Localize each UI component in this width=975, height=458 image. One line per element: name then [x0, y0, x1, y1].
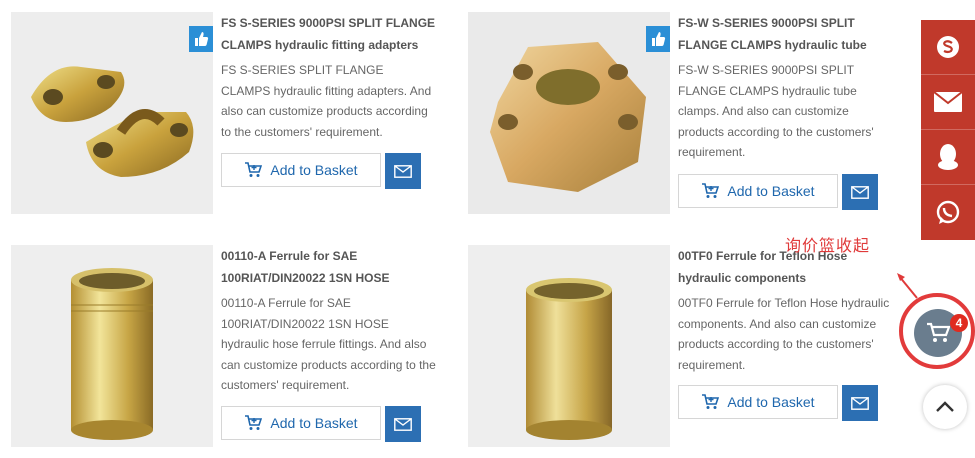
- cart-icon: [702, 394, 720, 409]
- thumbs-up-icon[interactable]: [646, 26, 670, 52]
- product-image[interactable]: [468, 12, 670, 214]
- add-to-basket-button[interactable]: Add to Basket: [221, 406, 381, 440]
- product-info: FS S-SERIES 9000PSI SPLIT FLANGE CLAMPS …: [221, 12, 436, 142]
- product-image[interactable]: [11, 12, 213, 214]
- cart-icon: [702, 183, 720, 198]
- cart-icon: [245, 415, 263, 430]
- add-to-basket-label: Add to Basket: [727, 183, 815, 199]
- product-card: FS S-SERIES 9000PSI SPLIT FLANGE CLAMPS …: [11, 12, 435, 217]
- add-to-basket-label: Add to Basket: [270, 162, 358, 178]
- split-flange-clamp-image: [11, 12, 213, 214]
- mail-icon: [394, 417, 412, 431]
- add-to-basket-label: Add to Basket: [727, 394, 815, 410]
- basket-row: Add to Basket: [678, 174, 878, 210]
- product-info: 00TF0 Ferrule for Teflon Hose hydraulic …: [678, 245, 893, 375]
- ferrule-image: [11, 245, 213, 447]
- email-icon: [934, 92, 962, 112]
- basket-row: Add to Basket: [221, 153, 421, 189]
- floating-contact-bar: [921, 20, 975, 240]
- qq-icon: [938, 144, 958, 170]
- inquiry-mail-button[interactable]: [842, 385, 878, 421]
- collapse-annotation: 询价篮收起: [785, 236, 871, 255]
- shopping-cart-icon: [927, 322, 950, 342]
- mail-icon: [394, 164, 412, 178]
- product-image[interactable]: [468, 245, 670, 447]
- mail-icon: [851, 185, 869, 199]
- add-to-basket-button[interactable]: Add to Basket: [678, 385, 838, 419]
- product-card: FS-W S-SERIES 9000PSI SPLIT FLANGE CLAMP…: [468, 12, 888, 217]
- product-description: 00110-A Ferrule for SAE 100RIAT/DIN20022…: [221, 296, 436, 392]
- ferrule-image: [468, 245, 670, 447]
- product-title[interactable]: FS S-SERIES 9000PSI SPLIT FLANGE CLAMPS …: [221, 12, 436, 56]
- skype-button[interactable]: [921, 20, 975, 75]
- add-to-basket-label: Add to Basket: [270, 415, 358, 431]
- qq-button[interactable]: [921, 130, 975, 185]
- email-button[interactable]: [921, 75, 975, 130]
- cart-count-badge: 4: [950, 314, 968, 332]
- product-card: 00TF0 Ferrule for Teflon Hose hydraulic …: [468, 245, 889, 450]
- chevron-up-icon: [936, 401, 954, 412]
- product-info: 00110-A Ferrule for SAE 100RIAT/DIN20022…: [221, 245, 436, 396]
- basket-row: Add to Basket: [678, 385, 878, 421]
- product-description: 00TF0 Ferrule for Teflon Hose hydraulic …: [678, 296, 890, 372]
- whatsapp-icon: [936, 200, 960, 224]
- product-description: FS S-SERIES SPLIT FLANGE CLAMPS hydrauli…: [221, 63, 432, 139]
- back-to-top-button[interactable]: [923, 385, 967, 429]
- product-card: 00110-A Ferrule for SAE 100RIAT/DIN20022…: [11, 245, 436, 450]
- add-to-basket-button[interactable]: Add to Basket: [678, 174, 838, 208]
- thumbs-up-icon[interactable]: [189, 26, 213, 52]
- inquiry-mail-button[interactable]: [385, 153, 421, 189]
- product-title[interactable]: FS-W S-SERIES 9000PSI SPLIT FLANGE CLAMP…: [678, 12, 893, 56]
- cart-icon: [245, 162, 263, 177]
- mail-icon: [851, 396, 869, 410]
- product-description: FS-W S-SERIES 9000PSI SPLIT FLANGE CLAMP…: [678, 63, 874, 159]
- whatsapp-button[interactable]: [921, 185, 975, 240]
- product-image[interactable]: [11, 245, 213, 447]
- product-info: FS-W S-SERIES 9000PSI SPLIT FLANGE CLAMP…: [678, 12, 893, 163]
- product-title[interactable]: 00110-A Ferrule for SAE 100RIAT/DIN20022…: [221, 245, 436, 289]
- skype-icon: [937, 36, 959, 58]
- inquiry-mail-button[interactable]: [385, 406, 421, 442]
- flange-image: [468, 12, 670, 214]
- basket-row: Add to Basket: [221, 406, 421, 442]
- add-to-basket-button[interactable]: Add to Basket: [221, 153, 381, 187]
- inquiry-mail-button[interactable]: [842, 174, 878, 210]
